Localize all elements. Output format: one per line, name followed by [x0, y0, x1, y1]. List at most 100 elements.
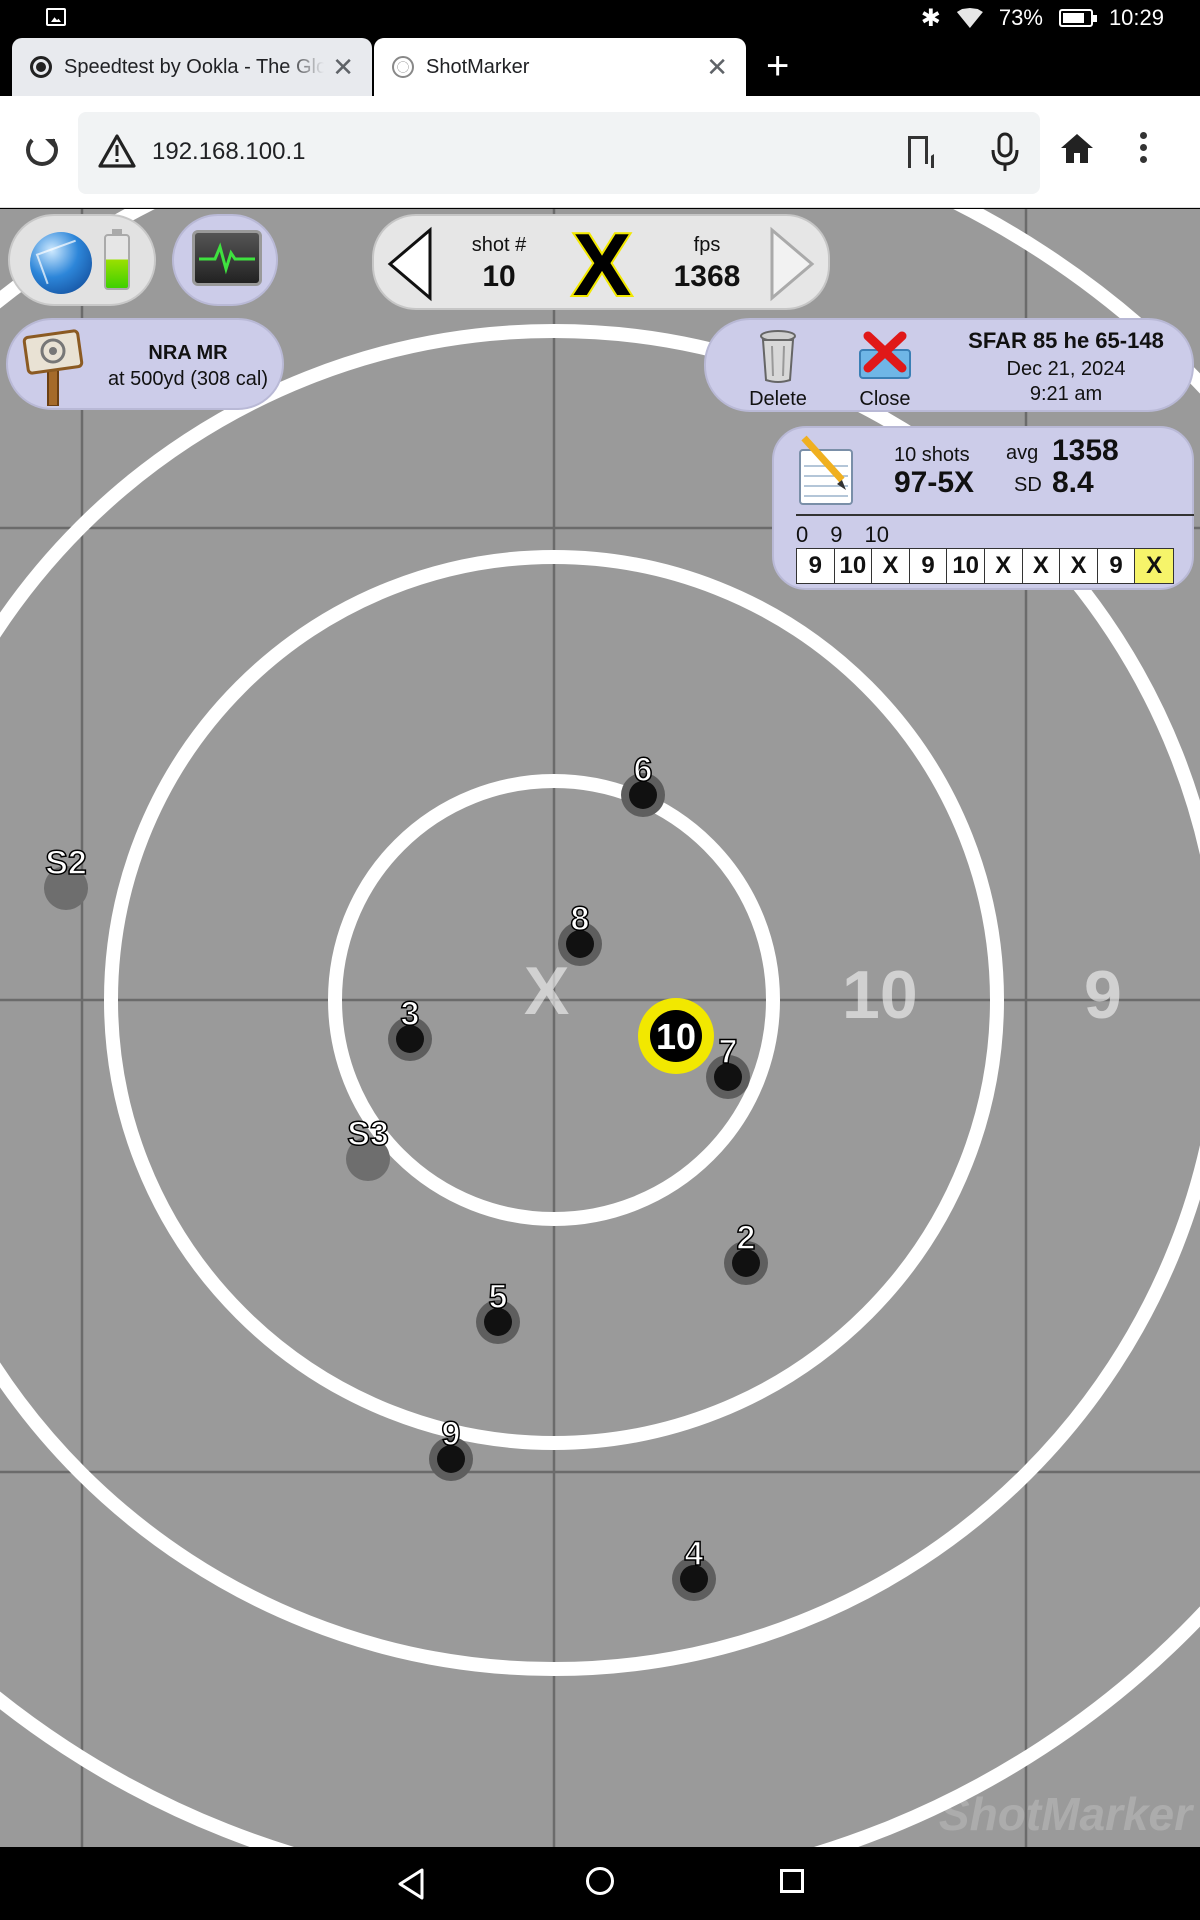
- shot-marker[interactable]: 2: [724, 1218, 768, 1285]
- stats-divider: [796, 514, 1194, 516]
- shot-label: 8: [570, 899, 590, 939]
- fps-value: 1368: [673, 260, 741, 293]
- shot-label: 9: [441, 1414, 461, 1454]
- shot-count: 10 shots: [894, 444, 970, 466]
- shot-label: 5: [488, 1277, 508, 1317]
- browser-toolbar: 192.168.100.1: [0, 96, 1200, 208]
- string-title: SFAR 85 he 65-148: [968, 328, 1164, 353]
- battery-percent: 73%: [998, 5, 1043, 30]
- score-cell[interactable]: 9: [797, 549, 835, 583]
- bluetooth-icon: ✱: [920, 4, 941, 32]
- ten-ring-label: 10: [842, 957, 918, 1033]
- current-shot-marker[interactable]: 10: [638, 998, 714, 1074]
- sighter-shot[interactable]: S2: [44, 843, 88, 910]
- connection-status-button[interactable]: [8, 214, 156, 306]
- shotmarker-watermark: ShotMarker: [938, 1788, 1192, 1840]
- globe-connection-icon: [30, 232, 92, 294]
- summary-nine: 9: [830, 522, 843, 547]
- string-score: 97-5X: [894, 466, 975, 499]
- home-nav-icon[interactable]: [586, 1867, 614, 1895]
- battery-icon: [1058, 9, 1097, 27]
- score-cell[interactable]: 9: [1097, 549, 1136, 583]
- course-of-fire-button[interactable]: NRA MR at 500yd (308 cal): [6, 318, 284, 410]
- shot-label: 7: [718, 1032, 738, 1072]
- back-icon[interactable]: [394, 1867, 428, 1901]
- next-shot-arrow-icon[interactable]: [768, 226, 818, 302]
- wifi-icon: [956, 8, 983, 28]
- close-button[interactable]: Close: [842, 388, 928, 411]
- stats-panel[interactable]: 10 shots 97-5X avg 1358 SD 8.4 0 9 10 9 …: [772, 426, 1194, 590]
- score-cell[interactable]: 10: [947, 549, 985, 583]
- overflow-menu-icon[interactable]: [1140, 132, 1148, 166]
- address-bar[interactable]: 192.168.100.1: [78, 112, 1040, 194]
- avg-velocity: 1358: [1052, 434, 1119, 467]
- clock: 10:29: [1108, 5, 1164, 30]
- shot-label: 10: [655, 1016, 697, 1057]
- shot-label: 6: [633, 750, 653, 790]
- monitor-button[interactable]: [172, 214, 278, 306]
- score-cell[interactable]: X: [1022, 549, 1061, 583]
- score-cell[interactable]: 10: [834, 549, 873, 583]
- reload-icon[interactable]: [26, 134, 58, 166]
- score-cell[interactable]: X: [872, 549, 910, 583]
- device-battery-icon: [104, 229, 130, 290]
- new-tab-button[interactable]: +: [766, 46, 789, 86]
- delete-button[interactable]: Delete: [736, 388, 820, 411]
- status-bar: ✱ 73% 10:29: [0, 0, 1200, 36]
- score-cell[interactable]: 9: [909, 549, 948, 583]
- tab-speedtest[interactable]: Speedtest by Ookla - The Glo ✕: [12, 38, 372, 96]
- fps-label: fps: [693, 234, 721, 256]
- previous-shot-arrow-icon[interactable]: [384, 226, 434, 302]
- shot-marker[interactable]: 8: [558, 899, 602, 966]
- not-secure-warning-icon[interactable]: [98, 134, 136, 168]
- speedtest-favicon-icon: [30, 56, 52, 78]
- shot-label: 3: [400, 994, 420, 1034]
- shot-number-label: shot #: [471, 234, 527, 256]
- close-x-icon[interactable]: [854, 330, 916, 380]
- x-ring-label: X: [524, 953, 570, 1029]
- score-table: 9 10 X 9 10 X X X 9 X: [796, 548, 1174, 584]
- shot-label: S3: [346, 1114, 389, 1154]
- shot-label: S2: [44, 843, 87, 883]
- shot-marker[interactable]: 4: [672, 1534, 716, 1601]
- heartbeat-monitor-icon: [192, 230, 262, 286]
- shot-marker[interactable]: 5: [476, 1277, 520, 1344]
- shot-navigator: shot # 10 X fps 1368: [372, 214, 830, 314]
- close-tab-icon[interactable]: ✕: [332, 52, 354, 83]
- sighter-shot[interactable]: S3: [346, 1114, 390, 1181]
- score-cell[interactable]: X: [1060, 549, 1098, 583]
- shot-marker[interactable]: 6: [621, 750, 665, 817]
- score-cell[interactable]: X: [984, 549, 1023, 583]
- gallery-notification-icon: [46, 8, 66, 26]
- sd-value: 8.4: [1052, 466, 1094, 499]
- bookmark-icon[interactable]: [908, 136, 928, 164]
- recent-apps-icon[interactable]: [780, 1869, 804, 1893]
- system-nav-bar: [0, 1847, 1200, 1920]
- shot-marker[interactable]: 3: [388, 994, 432, 1061]
- shot-label: 2: [736, 1218, 756, 1258]
- score-summary-header: 0 9 10: [796, 522, 911, 548]
- tab-title: Speedtest by Ookla - The Glo: [64, 55, 325, 78]
- summary-ten: 10: [864, 522, 889, 547]
- avg-label: avg: [1006, 442, 1039, 464]
- trash-can-icon[interactable]: [758, 328, 798, 384]
- shot-marker[interactable]: 7: [706, 1032, 750, 1099]
- string-date: Dec 21, 2024: [1006, 358, 1126, 380]
- summary-zero: 0: [796, 522, 809, 547]
- url-text[interactable]: 192.168.100.1: [152, 138, 305, 166]
- close-tab-icon[interactable]: ✕: [706, 52, 728, 83]
- tab-title: ShotMarker: [426, 55, 530, 78]
- tab-strip: Speedtest by Ookla - The Glo ✕ ShotMarke…: [0, 36, 1200, 96]
- nine-ring-label: 9: [1084, 957, 1122, 1033]
- score-cell-current[interactable]: X: [1135, 549, 1173, 583]
- sd-label: SD: [1014, 474, 1042, 496]
- microphone-icon[interactable]: [988, 132, 1022, 172]
- tab-shotmarker[interactable]: ShotMarker ✕: [374, 38, 746, 96]
- shot-score: X: [571, 215, 634, 314]
- home-icon[interactable]: [1060, 132, 1094, 164]
- shot-marker[interactable]: 9: [429, 1414, 473, 1481]
- string-time: 9:21 am: [1029, 383, 1103, 405]
- course-title: NRA MR: [148, 342, 228, 364]
- globe-favicon-icon: [392, 56, 414, 78]
- shot-number-value: 10: [482, 260, 516, 293]
